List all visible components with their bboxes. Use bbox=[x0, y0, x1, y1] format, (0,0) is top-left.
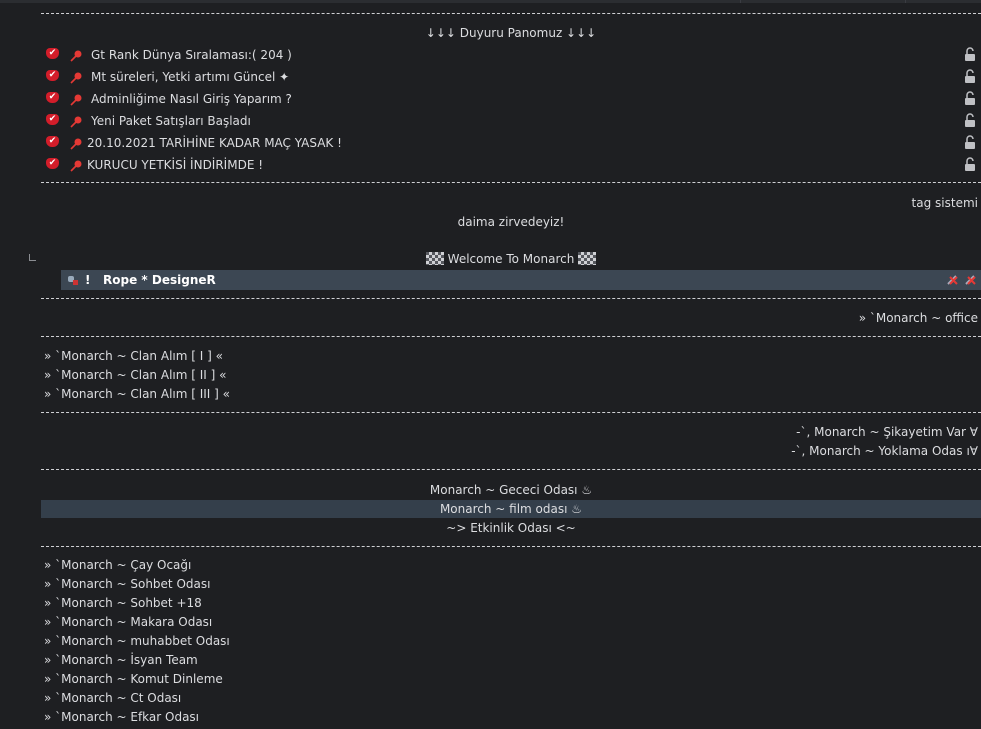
announcement-item[interactable]: ✔ Yeni Paket Satışları Başladı bbox=[41, 111, 981, 133]
announcement-label: KURUCU YETKİSİ İNDİRİMDE ! bbox=[87, 158, 264, 172]
checkered-flag-icon bbox=[578, 252, 597, 265]
user-name-text: ! Rope * DesigneR bbox=[85, 273, 216, 287]
announcement-item[interactable]: ✔ 20.10.2021 TARİHİNE KADAR MAÇ YASAK ! bbox=[41, 133, 981, 155]
pushpin-icon bbox=[70, 94, 82, 106]
collapse-corner-mark bbox=[29, 254, 36, 261]
room-channel[interactable]: » `Monarch ~ Efkar Odası bbox=[44, 710, 199, 724]
room-channel[interactable]: » `Monarch ~ Ct Odası bbox=[44, 691, 181, 705]
office-channel[interactable]: » `Monarch ~ office bbox=[859, 311, 978, 325]
pushpin-icon bbox=[70, 50, 82, 62]
lock-icon bbox=[965, 157, 975, 171]
lock-icon bbox=[965, 47, 975, 61]
announcement-label: Adminliğime Nasıl Giriş Yaparım ? bbox=[91, 92, 292, 106]
announcement-label: 20.10.2021 TARİHİNE KADAR MAÇ YASAK ! bbox=[87, 136, 342, 150]
check-badge-icon: ✔ bbox=[46, 158, 59, 169]
toolbar-separator bbox=[905, 0, 906, 3]
user-name: Rope * DesigneR bbox=[103, 273, 216, 287]
room-channel[interactable]: » `Monarch ~ Komut Dinleme bbox=[44, 672, 223, 686]
announcement-item[interactable]: ✔ Mt süreleri, Yetki artımı Güncel ✦ bbox=[41, 67, 981, 89]
room-channel[interactable]: » `Monarch ~ muhabbet Odası bbox=[44, 634, 230, 648]
user-prefix: ! bbox=[85, 273, 91, 287]
roll-call-channel[interactable]: -`, Monarch ~ Yoklama Odas ı∀ bbox=[791, 444, 978, 458]
announcement-label: Gt Rank Dünya Sıralaması:( 204 ) bbox=[91, 48, 292, 62]
event-room-channel[interactable]: ~> Etkinlik Odası <~ bbox=[41, 521, 981, 535]
dashed-divider bbox=[41, 546, 981, 547]
room-channel[interactable]: » `Monarch ~ Sohbet +18 bbox=[44, 596, 202, 610]
pushpin-icon bbox=[70, 116, 82, 128]
lock-icon bbox=[965, 113, 975, 127]
clan-channel[interactable]: » `Monarch ~ Clan Alım [ II ] « bbox=[44, 368, 226, 382]
check-badge-icon: ✔ bbox=[46, 114, 59, 125]
welcome-label: Welcome To Monarch bbox=[447, 252, 575, 266]
check-badge-icon: ✔ bbox=[46, 92, 59, 103]
top-toolbar-strip bbox=[0, 0, 981, 3]
night-room-channel[interactable]: Monarch ~ Gececi Odası ♨ bbox=[41, 483, 981, 497]
clan-channel[interactable]: » `Monarch ~ Clan Alım [ III ] « bbox=[44, 387, 230, 401]
pushpin-icon bbox=[70, 138, 82, 150]
dashed-divider bbox=[41, 13, 981, 14]
room-channel[interactable]: » `Monarch ~ Makara Odası bbox=[44, 615, 212, 629]
lock-icon bbox=[965, 91, 975, 105]
complaint-channel[interactable]: -`, Monarch ~ Şikayetim Var ∀ bbox=[796, 425, 978, 439]
check-badge-icon: ✔ bbox=[46, 136, 59, 147]
slogan-channel[interactable]: daima zirvedeyiz! bbox=[41, 215, 981, 229]
announcement-label: Mt süreleri, Yetki artımı Güncel ✦ bbox=[91, 70, 290, 84]
dashed-divider bbox=[41, 469, 981, 470]
room-channel[interactable]: » `Monarch ~ Sohbet Odası bbox=[44, 577, 210, 591]
pushpin-icon bbox=[70, 72, 82, 84]
clan-channel[interactable]: » `Monarch ~ Clan Alım [ I ] « bbox=[44, 349, 223, 363]
check-badge-icon: ✔ bbox=[46, 48, 59, 59]
announcement-item[interactable]: ✔ Gt Rank Dünya Sıralaması:( 204 ) bbox=[41, 45, 981, 67]
pushpin-icon bbox=[70, 160, 82, 172]
dashed-divider bbox=[41, 182, 981, 183]
toolbar-separator bbox=[740, 0, 741, 3]
announcement-item[interactable]: ✔ KURUCU YETKİSİ İNDİRİMDE ! bbox=[41, 155, 981, 177]
announcement-header: ↓↓↓ Duyuru Panomuz ↓↓↓ bbox=[425, 26, 597, 40]
microphone-icon bbox=[68, 276, 78, 285]
dashed-divider bbox=[41, 336, 981, 337]
announcement-item[interactable]: ✔ Adminliğime Nasıl Giriş Yaparım ? bbox=[41, 89, 981, 111]
lock-icon bbox=[965, 135, 975, 149]
welcome-channel[interactable]: Welcome To Monarch bbox=[41, 252, 981, 266]
film-room-channel[interactable]: Monarch ~ film odası ♨ bbox=[41, 502, 981, 516]
dashed-divider bbox=[41, 412, 981, 413]
tag-system-channel[interactable]: tag sistemi bbox=[912, 196, 978, 210]
room-channel[interactable]: » `Monarch ~ Çay Ocağı bbox=[44, 558, 191, 572]
muted-status-icon bbox=[947, 275, 976, 285]
dashed-divider bbox=[41, 298, 981, 299]
checkered-flag-icon bbox=[425, 252, 444, 265]
announcement-label: Yeni Paket Satışları Başladı bbox=[91, 114, 251, 128]
room-channel[interactable]: » `Monarch ~ İsyan Team bbox=[44, 653, 198, 667]
check-badge-icon: ✔ bbox=[46, 70, 59, 81]
connected-user-row[interactable]: ! Rope * DesigneR bbox=[61, 270, 981, 290]
lock-icon bbox=[965, 69, 975, 83]
